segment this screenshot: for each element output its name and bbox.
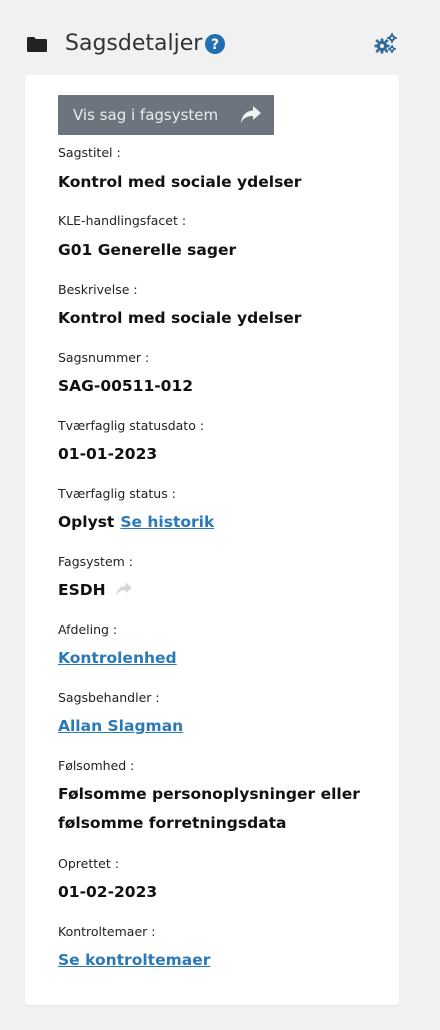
kontrolenhed-link[interactable]: Kontrolenhed	[58, 649, 177, 667]
folder-icon	[27, 37, 47, 52]
se-kontroltemaer-link[interactable]: Se kontroltemaer	[58, 951, 210, 969]
sagstitel-value: Kontrol med sociale ydelser	[58, 173, 302, 191]
se-historik-link[interactable]: Se historik	[120, 513, 214, 531]
help-circle-icon[interactable]: ?	[205, 34, 225, 54]
vis-sag-button[interactable]: Vis sag i fagsystem	[58, 95, 274, 135]
oprettet-label: Oprettet :	[58, 856, 119, 871]
sagsbehandler-link[interactable]: Allan Slagman	[58, 717, 183, 735]
gears-icon[interactable]	[373, 33, 397, 55]
folsomhed-value-line2: følsomme forretningsdata	[58, 814, 287, 832]
folsomhed-value-line1: Følsomme personoplysninger eller	[58, 785, 360, 803]
sagsbehandler-row: Allan Slagman	[58, 713, 183, 739]
afdeling-label: Afdeling :	[58, 622, 118, 637]
vis-sag-button-label: Vis sag i fagsystem	[73, 106, 219, 124]
status-value: Oplyst	[58, 513, 115, 531]
panel-title: Sagsdetaljer	[65, 31, 203, 56]
kontroltemaer-label: Kontroltemaer :	[58, 924, 156, 939]
fagsystem-row: ESDH	[58, 577, 132, 603]
sagsnummer-label: Sagsnummer :	[58, 350, 150, 365]
case-details-card: Vis sag i fagsystem Sagstitel : Kontrol …	[25, 75, 399, 1005]
statusdato-value: 01-01-2023	[58, 445, 158, 463]
share-arrow-icon	[241, 106, 261, 123]
kontroltemaer-row: Se kontroltemaer	[58, 947, 210, 973]
svg-text:?: ?	[211, 37, 219, 53]
afdeling-row: Kontrolenhed	[58, 645, 177, 671]
status-label: Tværfaglig status :	[58, 486, 176, 501]
sagsnummer-value: SAG-00511-012	[58, 377, 194, 395]
statusdato-label: Tværfaglig statusdato :	[58, 418, 205, 433]
kle-value: G01 Generelle sager	[58, 241, 237, 259]
panel-header: Sagsdetaljer ?	[0, 0, 440, 70]
beskrivelse-value: Kontrol med sociale ydelser	[58, 309, 302, 327]
fagsystem-value: ESDH	[58, 581, 106, 599]
status-row: Oplyst Se historik	[58, 509, 214, 535]
oprettet-value: 01-02-2023	[58, 883, 158, 901]
sagstitel-label: Sagstitel :	[58, 145, 121, 160]
fagsystem-label: Fagsystem :	[58, 554, 134, 569]
kle-label: KLE-handlingsfacet :	[58, 213, 187, 228]
share-arrow-icon[interactable]	[115, 581, 132, 596]
sagsbehandler-label: Sagsbehandler :	[58, 690, 160, 705]
folsomhed-label: Følsomhed :	[58, 758, 135, 773]
beskrivelse-label: Beskrivelse :	[58, 282, 138, 297]
